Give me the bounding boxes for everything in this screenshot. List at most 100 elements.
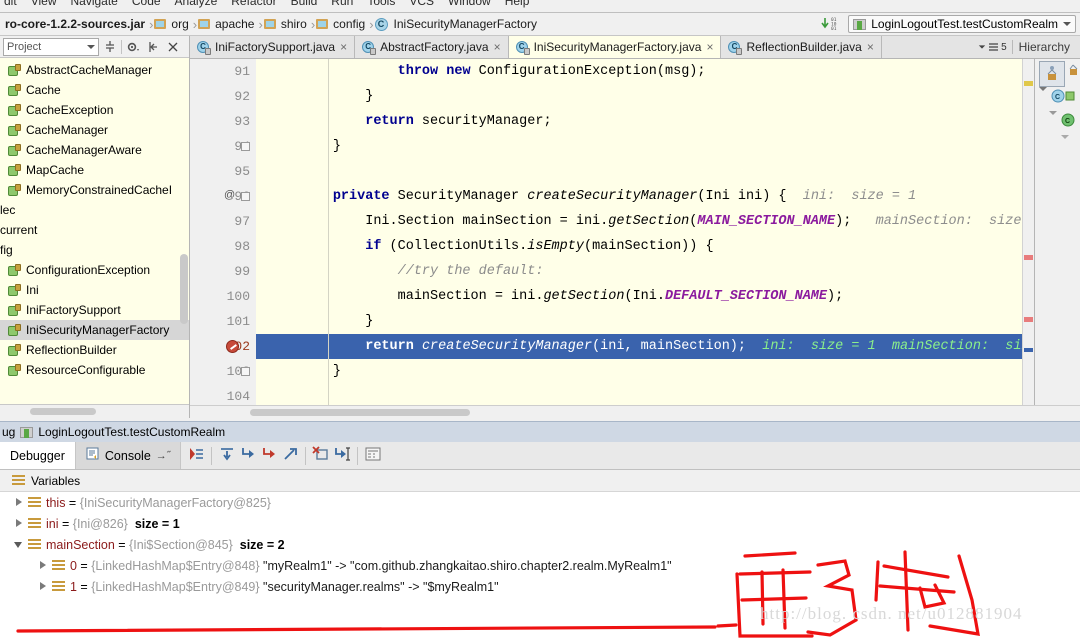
code-line[interactable]: private SecurityManager createSecurityMa… [256, 184, 1022, 209]
chevron-right-icon[interactable] [36, 559, 49, 572]
breadcrumb-item-3[interactable]: shiro [263, 17, 310, 31]
force-step-into-icon[interactable] [260, 445, 278, 466]
gutter-line[interactable]: 104 [190, 384, 256, 405]
download-sources-icon[interactable]: 01 10 01 [820, 16, 842, 32]
step-out-icon[interactable] [281, 445, 299, 466]
project-tree-item[interactable]: ResourceConfigurable [0, 360, 189, 380]
gutter-line[interactable]: 100 [190, 284, 256, 309]
chevron-down-icon[interactable] [1039, 87, 1047, 105]
breadcrumb-item-2[interactable]: apache [198, 17, 257, 31]
code-fold-icon[interactable] [241, 192, 250, 201]
gutter-line[interactable]: 91 [190, 59, 256, 84]
gutter-line[interactable]: 92 [190, 84, 256, 109]
project-tree-item[interactable]: Ini [0, 280, 189, 300]
project-tree-item[interactable]: MapCache [0, 160, 189, 180]
interface-icon[interactable]: C [1061, 113, 1077, 130]
code-line[interactable]: throw new ConfigurationException(msg); [256, 59, 1022, 84]
class-structure-icon[interactable] [1039, 61, 1065, 87]
chevron-right-icon[interactable] [12, 496, 25, 509]
menu-item-refactor[interactable]: Refactor [231, 0, 276, 8]
close-tab-icon[interactable]: × [494, 40, 501, 54]
close-tab-icon[interactable]: × [706, 40, 713, 54]
project-tree-item[interactable]: CacheException [0, 100, 189, 120]
editor-tab-0[interactable]: C IniFactorySupport.java × [190, 36, 356, 58]
menu-item-window[interactable]: Window [448, 0, 491, 8]
project-tree-item[interactable]: ReflectionBuilder [0, 340, 189, 360]
code-fold-icon[interactable] [241, 142, 250, 151]
menu-item-run[interactable]: Run [331, 0, 353, 8]
step-into-icon[interactable] [239, 445, 257, 466]
code-line[interactable]: //try the default: [256, 259, 1022, 284]
editor-hscrollbar[interactable] [190, 405, 1080, 418]
chevron-down-icon[interactable] [1061, 135, 1069, 153]
collapse-all-icon[interactable] [101, 38, 119, 56]
code-line[interactable]: Ini.Section mainSection = ini. getSection… [256, 209, 1022, 234]
project-tree-item[interactable]: MemoryConstrainedCacheI [0, 180, 189, 200]
step-over-icon[interactable] [218, 445, 236, 466]
menu-item-code[interactable]: Code [132, 0, 161, 8]
gutter-line[interactable]: 94 [190, 134, 256, 159]
variable-row[interactable]: 1 = {LinkedHashMap$Entry@849} "securityM… [0, 576, 1080, 597]
editor-tab-2[interactable]: C IniSecurityManagerFactory.java × [508, 36, 722, 58]
code-fold-icon[interactable] [241, 367, 250, 376]
debug-tab-bar[interactable]: Debugger Console →˝ [0, 442, 1080, 470]
project-tree-item[interactable]: lec [0, 200, 189, 220]
gutter-line[interactable]: 98 [190, 234, 256, 259]
project-hscroll[interactable] [0, 404, 189, 418]
project-tree-item[interactable]: fig [0, 240, 189, 260]
chevron-down-icon[interactable] [87, 44, 95, 49]
tab-console[interactable]: Console →˝ [75, 442, 182, 469]
editor-gutter[interactable]: 91 92 93 94 95 96@ 97 98 99 100 101 102103 104 [190, 59, 256, 405]
breadcrumb-item-0[interactable]: ro-core-1.2.2-sources.jar [2, 17, 148, 31]
variable-row[interactable]: this = {IniSecurityManagerFactory@825} [0, 492, 1080, 513]
split-lines-icon[interactable]: 5 [978, 42, 1007, 53]
code-line[interactable] [256, 159, 1022, 184]
menu-item-navigate[interactable]: Navigate [70, 0, 117, 8]
run-to-cursor-icon[interactable] [333, 445, 351, 466]
project-tree[interactable]: AbstractCacheManager Cache CacheException C… [0, 58, 189, 404]
project-tree-item[interactable]: IniFactorySupport [0, 300, 189, 320]
menu-bar[interactable]: dit View Navigate Code Analyze Refactor Build R… [0, 0, 1080, 13]
code-line[interactable]: } [256, 134, 1022, 159]
debug-toolbar[interactable] [181, 442, 388, 469]
project-view-selector[interactable]: Project [3, 37, 99, 56]
gutter-line[interactable]: 101 [190, 309, 256, 334]
menu-item-build[interactable]: Build [291, 0, 318, 8]
close-tab-icon[interactable]: × [340, 40, 347, 54]
gutter-line[interactable]: 95 [190, 159, 256, 184]
show-execution-point-icon[interactable] [187, 445, 205, 466]
menu-item-view[interactable]: View [31, 0, 57, 8]
editor-tab-1[interactable]: C AbstractFactory.java × [355, 36, 509, 58]
code-text[interactable]: throw new ConfigurationException(msg); }… [256, 59, 1022, 405]
pin-tab-icon[interactable]: →˝ [156, 450, 171, 462]
gutter-line[interactable]: 97 [190, 209, 256, 234]
evaluate-expression-icon[interactable] [364, 446, 382, 465]
chevron-right-icon[interactable] [12, 517, 25, 530]
project-tree-item[interactable]: CacheManagerAware [0, 140, 189, 160]
settings-gear-icon[interactable] [124, 38, 142, 56]
code-line[interactable]: return securityManager; [256, 109, 1022, 134]
code-line[interactable]: mainSection = ini. getSection (Ini. DEFAULT… [256, 284, 1022, 309]
breadcrumb-item-1[interactable]: org [154, 17, 191, 31]
code-line[interactable]: } [256, 84, 1022, 109]
hierarchy-tab[interactable]: Hierarchy [1011, 40, 1076, 54]
chevron-down-icon[interactable] [1063, 22, 1071, 26]
project-tree-scrollbar[interactable] [180, 254, 188, 324]
editor-tab-bar[interactable]: C IniFactorySupport.java × C AbstractFactory… [190, 36, 1080, 59]
code-line[interactable]: } [256, 309, 1022, 334]
chevron-down-icon[interactable] [12, 538, 25, 551]
menu-item-analyze[interactable]: Analyze [175, 0, 218, 8]
tab-debugger[interactable]: Debugger [0, 442, 76, 469]
close-tab-icon[interactable]: × [867, 40, 874, 54]
editor-tab-3[interactable]: C ReflectionBuilder.java × [721, 36, 882, 58]
drop-frame-icon[interactable] [312, 445, 330, 466]
error-stripe-gutter[interactable] [1022, 59, 1034, 405]
run-configuration-selector[interactable]: LoginLogoutTest.testCustomRealm [848, 15, 1076, 33]
project-tree-item[interactable]: AbstractCacheManager [0, 60, 189, 80]
menu-item-dit[interactable]: dit [4, 0, 17, 8]
project-tree-item[interactable]: Cache [0, 80, 189, 100]
breadcrumb-item-4[interactable]: config [316, 17, 368, 31]
menu-item-vcs[interactable]: VCS [409, 0, 434, 8]
class-lock-icon[interactable]: C [1051, 89, 1077, 106]
gutter-line[interactable]: 99 [190, 259, 256, 284]
